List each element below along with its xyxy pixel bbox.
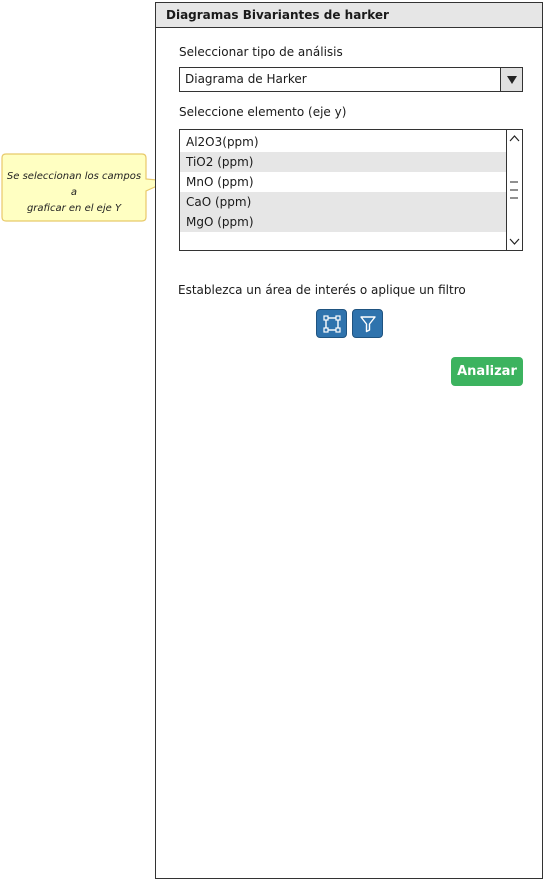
callout-text: Se seleccionan los campos a graficar en … (6, 169, 142, 217)
harker-panel: Diagramas Bivariantes de harker Seleccio… (155, 2, 543, 879)
chevron-up-icon[interactable] (509, 134, 520, 143)
filter-label: Establezca un área de interés o aplique … (178, 283, 466, 297)
analysis-type-select[interactable]: Diagrama de Harker (179, 67, 523, 92)
analysis-type-value: Diagrama de Harker (185, 72, 307, 86)
filter-button[interactable] (352, 309, 383, 338)
callout-line-2: graficar en el eje Y (26, 203, 122, 214)
list-item-cao[interactable]: CaO (ppm) (180, 192, 507, 212)
element-listbox[interactable]: Al2O3(ppm) TiO2 (ppm) MnO (ppm) CaO (ppm… (179, 129, 523, 251)
area-select-button[interactable] (316, 309, 347, 338)
triangle-down-icon (506, 76, 517, 84)
panel-title: Diagramas Bivariantes de harker (156, 3, 542, 28)
bounding-box-icon (323, 315, 341, 333)
scroll-thumb-icon[interactable] (509, 180, 519, 202)
chevron-down-icon[interactable] (509, 237, 520, 246)
analysis-type-label: Seleccionar tipo de análisis (179, 45, 343, 59)
listbox-scrollbar[interactable] (506, 130, 522, 250)
callout-line-1: Se seleccionan los campos a (6, 171, 142, 198)
dropdown-button[interactable] (500, 68, 522, 91)
list-item-mgo[interactable]: MgO (ppm) (180, 212, 507, 232)
list-item-mno[interactable]: MnO (ppm) (180, 172, 507, 192)
list-item-tio2[interactable]: TiO2 (ppm) (180, 152, 507, 172)
funnel-icon (360, 316, 376, 333)
analyze-button[interactable]: Analizar (451, 357, 523, 386)
list-item-al2o3[interactable]: Al2O3(ppm) (180, 132, 507, 152)
element-label: Seleccione elemento (eje y) (179, 105, 347, 119)
